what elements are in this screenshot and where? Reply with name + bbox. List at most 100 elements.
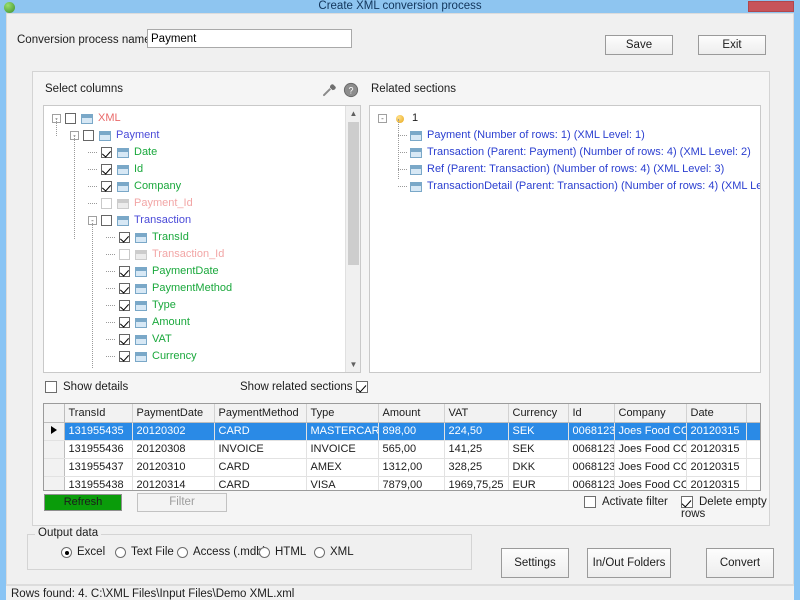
tree-checkbox[interactable] — [101, 215, 112, 226]
radio-button[interactable] — [259, 547, 270, 558]
delete-empty-rows-checkbox[interactable] — [681, 496, 693, 508]
activate-filter-checkbox[interactable] — [584, 496, 596, 508]
grid-cell[interactable]: 898,00 — [378, 422, 444, 440]
grid-cell[interactable]: EUR — [508, 476, 568, 491]
grid-cell[interactable]: Joes Food CO — [614, 422, 686, 440]
grid-cell[interactable]: SEK — [508, 422, 568, 440]
tree-checkbox[interactable] — [119, 283, 130, 294]
grid-cell[interactable]: 131955436 — [64, 440, 132, 458]
convert-button[interactable]: Convert — [706, 548, 774, 578]
grid-cell[interactable]: 224,50 — [444, 422, 508, 440]
tree-item[interactable]: Company — [44, 178, 360, 195]
grid-cell[interactable]: CARD — [214, 458, 306, 476]
grid-cell[interactable]: MASTERCARD — [306, 422, 378, 440]
grid-cell[interactable]: 565,00 — [378, 440, 444, 458]
tree-item[interactable]: Date — [44, 144, 360, 161]
inout-folders-button[interactable]: In/Out Folders — [587, 548, 671, 578]
table-row[interactable]: 13195543820120314CARDVISA7879,001969,75,… — [44, 476, 761, 491]
data-grid[interactable]: TransIdPaymentDatePaymentMethodTypeAmoun… — [43, 403, 761, 491]
related-sections-panel[interactable]: -1Payment (Number of rows: 1) (XML Level… — [369, 105, 761, 373]
tree-checkbox[interactable] — [119, 249, 130, 260]
delete-empty-rows-option[interactable]: Delete empty rows — [681, 496, 769, 520]
radio-button[interactable] — [115, 547, 126, 558]
grid-column-header[interactable]: Company — [614, 404, 686, 422]
grid-cell[interactable]: 20120315 — [686, 458, 746, 476]
radio-button[interactable] — [177, 547, 188, 558]
exit-button[interactable]: Exit — [698, 35, 766, 55]
scroll-down-icon[interactable]: ▼ — [346, 357, 361, 372]
tree-item[interactable]: Id — [44, 161, 360, 178]
activate-filter-option[interactable]: Activate filter — [584, 496, 668, 508]
grid-cell[interactable]: 20120310 — [132, 458, 214, 476]
table-row[interactable]: 13195543520120302CARDMASTERCARD898,00224… — [44, 422, 761, 440]
grid-column-header[interactable]: Date — [686, 404, 746, 422]
grid-cell[interactable]: 131955438 — [64, 476, 132, 491]
grid-cell[interactable]: 20120314 — [132, 476, 214, 491]
grid-cell[interactable]: 131955437 — [64, 458, 132, 476]
sections-tree[interactable]: -1Payment (Number of rows: 1) (XML Level… — [370, 106, 760, 195]
table-row[interactable]: 13195543620120308INVOICEINVOICE565,00141… — [44, 440, 761, 458]
show-related-sections-checkbox[interactable] — [356, 381, 368, 393]
table-row[interactable]: 13195543720120310CARDAMEX1312,00328,25DK… — [44, 458, 761, 476]
wand-icon[interactable] — [321, 82, 337, 98]
grid-column-header[interactable]: PaymentDate — [132, 404, 214, 422]
grid-cell[interactable]: 20120302 — [132, 422, 214, 440]
grid-cell[interactable]: 1312,00 — [378, 458, 444, 476]
sections-root-item[interactable]: -1 — [370, 110, 760, 127]
tree-item[interactable]: Payment_Id — [44, 195, 360, 212]
grid-cell[interactable]: 141,25 — [444, 440, 508, 458]
grid-cell[interactable]: AMEX — [306, 458, 378, 476]
grid-column-header[interactable]: Currency — [508, 404, 568, 422]
tree-checkbox[interactable] — [83, 130, 94, 141]
grid-cell[interactable]: 328,25 — [444, 458, 508, 476]
conversion-name-input[interactable] — [147, 29, 352, 48]
grid-cell[interactable]: INVOICE — [214, 440, 306, 458]
grid-cell[interactable]: SEK — [508, 440, 568, 458]
section-item[interactable]: Transaction (Parent: Payment) (Number of… — [370, 144, 760, 161]
tree-item[interactable]: -Payment — [44, 127, 360, 144]
tree-checkbox[interactable] — [119, 351, 130, 362]
section-item[interactable]: Ref (Parent: Transaction) (Number of row… — [370, 161, 760, 178]
section-item[interactable]: Payment (Number of rows: 1) (XML Level: … — [370, 127, 760, 144]
grid-column-header[interactable]: VAT — [444, 404, 508, 422]
settings-button[interactable]: Settings — [501, 548, 569, 578]
grid-cell[interactable]: 0068123 — [568, 422, 614, 440]
radio-button[interactable] — [61, 547, 72, 558]
grid-column-header[interactable]: TransId — [64, 404, 132, 422]
collapse-icon[interactable]: - — [378, 114, 387, 123]
tree-checkbox[interactable] — [101, 181, 112, 192]
grid-cell[interactable]: Joes Food CO — [614, 476, 686, 491]
tree-checkbox[interactable] — [101, 198, 112, 209]
grid-cell[interactable]: Joes Food CO — [614, 440, 686, 458]
select-columns-panel[interactable]: -XML-PaymentDateIdCompanyPayment_Id-Tran… — [43, 105, 361, 373]
show-related-sections-option[interactable]: Show related sections — [240, 381, 353, 393]
grid-cell[interactable]: 0068123 — [568, 476, 614, 491]
close-button[interactable] — [748, 1, 794, 12]
tree-checkbox[interactable] — [119, 232, 130, 243]
tree-checkbox[interactable] — [119, 266, 130, 277]
tree-checkbox[interactable] — [119, 334, 130, 345]
grid-column-header[interactable]: Type — [306, 404, 378, 422]
tree-item[interactable]: -XML — [44, 110, 360, 127]
grid-cell[interactable]: Joes Food CO — [614, 458, 686, 476]
scrollbar-thumb[interactable] — [348, 122, 359, 265]
grid-cell[interactable]: 131955435 — [64, 422, 132, 440]
grid-cell[interactable]: 20120315 — [686, 422, 746, 440]
grid-cell[interactable]: INVOICE — [306, 440, 378, 458]
tree-checkbox[interactable] — [119, 317, 130, 328]
grid-cell[interactable]: 20120315 — [686, 440, 746, 458]
radio-button[interactable] — [314, 547, 325, 558]
grid-row-header[interactable] — [44, 458, 64, 476]
show-details-option[interactable]: Show details — [45, 381, 128, 393]
columns-tree[interactable]: -XML-PaymentDateIdCompanyPayment_Id-Tran… — [44, 106, 360, 365]
grid-cell[interactable]: CARD — [214, 476, 306, 491]
grid-column-header[interactable]: Amount — [378, 404, 444, 422]
grid-cell[interactable]: 0068123 — [568, 458, 614, 476]
grid-cell[interactable]: VISA — [306, 476, 378, 491]
grid-column-header[interactable]: PaymentMethod — [214, 404, 306, 422]
filter-button[interactable]: Filter — [137, 493, 227, 512]
grid-row-header[interactable] — [44, 422, 64, 440]
columns-tree-scrollbar[interactable]: ▲ ▼ — [345, 106, 360, 372]
refresh-button[interactable]: Refresh — [44, 494, 122, 511]
grid-column-header[interactable]: Id — [568, 404, 614, 422]
